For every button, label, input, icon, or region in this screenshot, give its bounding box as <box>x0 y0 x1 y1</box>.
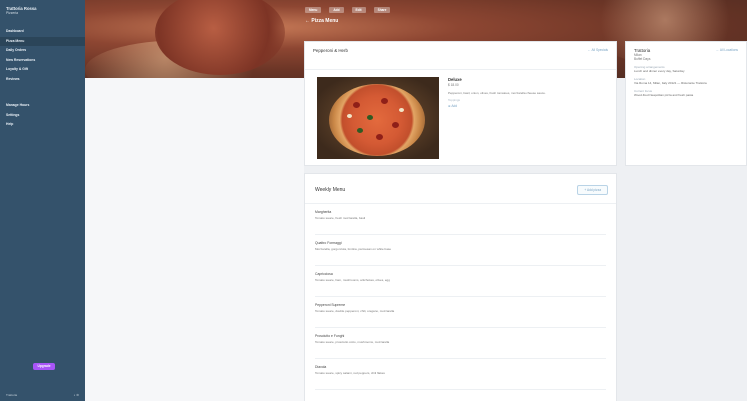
sidebar-nav: Dashboard Pizza Menu Daily Orders New Re… <box>0 27 85 130</box>
sidebar-item-reviews[interactable]: Reviews <box>0 75 85 85</box>
pizza-name: Deluxe <box>448 77 462 82</box>
menu-item-desc: Mozzarella, gorgonzola, fontina, parmesa… <box>315 247 392 251</box>
divider <box>305 69 616 70</box>
sidebar-footer: Trattoria ◐ ⚙ <box>6 393 79 397</box>
pizza-card-header: Pepperoni & Herb ← All Specials <box>305 42 616 53</box>
left-panel <box>85 78 304 401</box>
hero-tabs: Menu Add Edit Share <box>305 7 391 13</box>
tab-menu[interactable]: Menu <box>305 7 322 13</box>
menu-item-name: Diavola <box>315 365 327 369</box>
list-item[interactable]: Prosciutto e Funghi Tomato sauce, prosci… <box>315 328 606 359</box>
sidebar-item-settings[interactable]: Settings <box>0 111 85 121</box>
list-item[interactable]: Diavola Tomato sauce, spicy salami, red … <box>315 359 606 390</box>
pizza-card: Pepperoni & Herb ← All Specials Deluxe $… <box>304 41 617 166</box>
menu-item-desc: Tomato sauce, double pepperoni, chili, o… <box>315 309 395 313</box>
brand-subtitle: Pizzeria <box>6 11 19 15</box>
tab-add[interactable]: Add <box>329 7 344 13</box>
sidebar-item-pizza-menu[interactable]: Pizza Menu <box>0 36 85 46</box>
menu-item-name: Margherita <box>315 210 332 214</box>
pizza-card-title: Pepperoni & Herb <box>313 48 348 53</box>
add-pizza-button[interactable]: + Add pizza <box>577 185 608 195</box>
menu-item-name: Pepperoni Supreme <box>315 303 346 307</box>
topping <box>399 108 404 112</box>
menu-list: Margherita Tomato sauce, fresh mozzarell… <box>305 204 616 390</box>
pizza-shape <box>329 84 425 156</box>
list-item[interactable]: Pepperoni Supreme Tomato sauce, double p… <box>315 297 606 328</box>
footer-label: Trattoria <box>6 393 18 397</box>
info-block: Location Via Roma 14, Milan, Italy 20121… <box>626 73 746 85</box>
menu-item-desc: Tomato sauce, fresh mozzarella, basil <box>315 216 366 220</box>
sidebar-item-dashboard[interactable]: Dashboard <box>0 27 85 37</box>
toppings-label: Toppings <box>448 98 461 103</box>
menu-item-name: Capricciosa <box>315 272 333 276</box>
pizza-image <box>317 77 439 159</box>
weekly-menu-title: Weekly Menu <box>315 187 346 193</box>
list-item[interactable]: Capricciosa Tomato sauce, ham, mushrooms… <box>315 266 606 297</box>
weekly-menu-header: Weekly Menu + Add pizza <box>305 174 616 195</box>
pizza-info: Deluxe $ 18.00 Pepperoni, basil, onion, … <box>448 77 608 108</box>
info-text: Wood-fired Neapolitan pizza and fresh pa… <box>634 93 694 97</box>
info-block: Current focus Wood-fired Neapolitan pizz… <box>626 85 746 97</box>
menu-item-desc: Tomato sauce, prosciutto cotto, mushroom… <box>315 340 390 344</box>
menu-item-name: Quattro Formaggi <box>315 241 342 245</box>
list-item[interactable]: Quattro Formaggi Mozzarella, gorgonzola,… <box>315 235 606 266</box>
sidebar-item-loyalty[interactable]: Loyalty & Gift <box>0 65 85 75</box>
footer-icons[interactable]: ◐ ⚙ <box>74 393 79 397</box>
all-specials-link[interactable]: ← All Specials <box>588 48 608 52</box>
topping <box>353 102 360 108</box>
upgrade-button[interactable]: Upgrade <box>33 363 55 370</box>
location-card: Trattoria ← All Locations Milan Buffet D… <box>625 41 747 166</box>
topping <box>392 122 399 128</box>
menu-item-desc: Tomato sauce, ham, mushrooms, artichokes… <box>315 278 390 282</box>
info-block: Opening arrangements Lunch and dinner ev… <box>626 61 746 73</box>
topping <box>347 114 352 118</box>
sidebar-item-manage-hours[interactable]: Manage Hours <box>0 101 85 111</box>
pizza-description: Pepperoni, basil, onion, olives, fresh t… <box>448 91 546 95</box>
brand[interactable]: Trattoria Rossa Pizzeria <box>0 0 85 15</box>
sidebar: Trattoria Rossa Pizzeria Dashboard Pizza… <box>0 0 85 401</box>
topping <box>376 134 383 140</box>
page-title[interactable]: ← Pizza Menu <box>305 18 338 24</box>
weekly-menu-card: Weekly Menu + Add pizza Margherita Tomat… <box>304 173 617 401</box>
sidebar-item-daily-orders[interactable]: Daily Orders <box>0 46 85 56</box>
sidebar-item-reservations[interactable]: New Reservations <box>0 56 85 66</box>
menu-item-name: Prosciutto e Funghi <box>315 334 345 338</box>
pizza-price: $ 18.00 <box>448 83 459 87</box>
all-locations-link[interactable]: ← All Locations <box>716 48 738 52</box>
sidebar-item-help[interactable]: Help <box>0 120 85 130</box>
tab-share[interactable]: Share <box>373 7 391 13</box>
tab-edit[interactable]: Edit <box>351 7 366 13</box>
location-card-header: Trattoria ← All Locations <box>626 42 746 53</box>
menu-item-desc: Tomato sauce, spicy salami, red peppers,… <box>315 371 385 375</box>
list-item[interactable]: Margherita Tomato sauce, fresh mozzarell… <box>315 204 606 235</box>
topping <box>381 98 388 104</box>
add-topping-link[interactable]: ⊕ Add <box>448 104 608 108</box>
topping <box>367 115 373 120</box>
topping <box>357 128 363 133</box>
nav-gap <box>0 84 85 101</box>
